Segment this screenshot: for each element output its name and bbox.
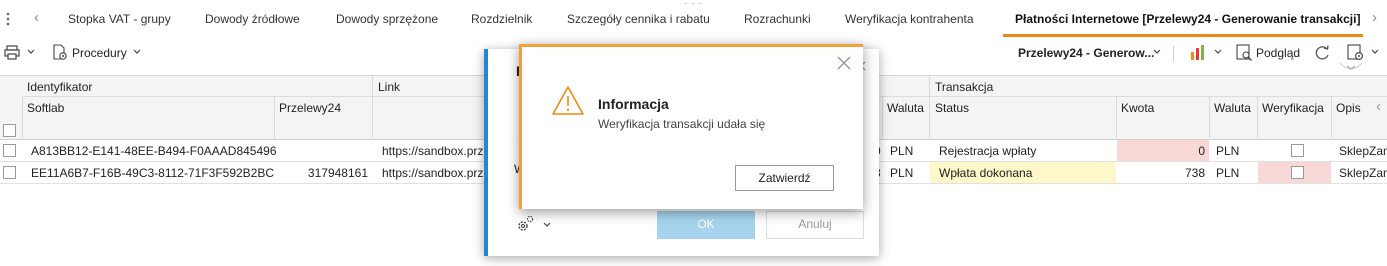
preview-button[interactable]: Podgląd [1256, 46, 1300, 60]
cell-currency-left: PLN [890, 166, 914, 180]
group-header-identifier: Identyfikator [27, 80, 93, 94]
toolbar-separator [1173, 46, 1174, 61]
tab-rozdzielnik[interactable]: Rozdzielnik [471, 12, 532, 26]
verification-checkbox[interactable] [1291, 144, 1304, 157]
cell-currency-left: PLN [890, 144, 914, 158]
group-header-link: Link [378, 80, 401, 94]
cell-link[interactable]: https://sandbox.prz [382, 166, 483, 180]
preview-icon[interactable] [1236, 44, 1253, 61]
tab-weryfikacja-kontrahenta[interactable]: Weryfikacja kontrahenta [845, 12, 974, 26]
chevron-down-icon[interactable] [1153, 49, 1161, 55]
row-checkbox[interactable] [3, 166, 16, 179]
scroll-left-arrow[interactable]: ‹ [1376, 98, 1381, 115]
bar-chart-icon[interactable] [1190, 44, 1206, 61]
tab-strip: - - - ‹ Stopka VAT - grupy Dowody źródło… [0, 0, 1387, 38]
tab-szczegoly-cennika[interactable]: Szczegóły cennika i rabatu [567, 12, 710, 26]
column-header-przelewy24[interactable]: Przelewy24 [279, 101, 341, 115]
info-dialog: Informacja Weryfikacja transakcji udała … [519, 44, 863, 209]
info-dialog-title: Informacja [598, 96, 669, 112]
chevron-down-icon[interactable] [1214, 49, 1222, 55]
chevron-down-icon[interactable] [27, 49, 35, 55]
row-checkbox[interactable] [3, 144, 16, 157]
tab-stopka-vat[interactable]: Stopka VAT - grupy [68, 12, 171, 26]
cell-softlab: EE11A6B7-F16B-49C3-8112-71F3F592B2BC [31, 166, 275, 180]
chevron-down-icon[interactable] [133, 49, 141, 55]
cell-status: Wpłata dokonana [939, 166, 1033, 180]
column-header-softlab[interactable]: Softlab [27, 101, 64, 115]
cell-amount: 0 [1198, 144, 1205, 158]
cancel-button[interactable]: Anuluj [766, 211, 864, 239]
cell-status: Rejestracja wpłaty [939, 144, 1037, 158]
column-header-currency[interactable]: Waluta [1214, 101, 1251, 115]
procedures-button[interactable]: Procedury [72, 46, 127, 60]
cell-description: SklepZam [1339, 144, 1387, 158]
ok-button[interactable]: OK [657, 211, 755, 239]
refresh-icon[interactable] [1313, 44, 1331, 61]
report-selector[interactable]: Przelewy24 - Generow... [1018, 46, 1154, 60]
procedures-icon[interactable] [52, 44, 68, 61]
cell-currency: PLN [1216, 144, 1240, 158]
column-header-verification[interactable]: Weryfikacja [1262, 101, 1324, 115]
collapse-chevron-icon[interactable] [1340, 63, 1362, 72]
select-all-checkbox[interactable] [3, 124, 16, 137]
cell-description: SklepZam [1339, 166, 1387, 180]
drag-handle[interactable]: - - - [684, 0, 703, 8]
verification-checkbox[interactable] [1291, 166, 1304, 179]
column-header-description[interactable]: Opis [1336, 101, 1361, 115]
cell-przelewy24: 317948161 [307, 166, 368, 180]
info-dialog-message: Weryfikacja transakcji udała się [598, 117, 766, 131]
vertical-dots-icon[interactable] [6, 12, 10, 26]
warning-icon [552, 86, 584, 115]
print-icon[interactable] [4, 45, 20, 60]
chevron-down-icon[interactable] [543, 222, 551, 228]
column-header-status[interactable]: Status [935, 101, 969, 115]
group-header-transaction: Transakcja [935, 80, 994, 94]
confirm-button[interactable]: Zatwierdź [735, 165, 834, 191]
gears-icon[interactable] [516, 215, 534, 233]
cell-amount: 738 [1184, 166, 1205, 180]
cell-softlab: A813BB12-E141-48EE-B494-F0AAAD845496 [31, 144, 277, 158]
tabs-prev-arrow[interactable]: ‹ [34, 9, 39, 26]
column-header-amount[interactable]: Kwota [1121, 101, 1154, 115]
tabs-next-arrow[interactable]: › [1372, 9, 1377, 26]
tab-rozrachunki[interactable]: Rozrachunki [744, 12, 811, 26]
close-icon[interactable] [837, 56, 851, 70]
settings-icon[interactable] [1347, 44, 1365, 62]
tab-platnosci-internetowe[interactable]: Płatności Internetowe [Przelewy24 - Gene… [1015, 12, 1360, 26]
cell-link[interactable]: https://sandbox.prz [382, 144, 483, 158]
tab-dowody-sprzezone[interactable]: Dowody sprzężone [336, 12, 438, 26]
column-header-currency-left[interactable]: Waluta [887, 101, 924, 115]
chevron-down-icon[interactable] [1371, 49, 1379, 55]
tab-dowody-zrodlowe[interactable]: Dowody źródłowe [205, 12, 300, 26]
cell-currency: PLN [1216, 166, 1240, 180]
